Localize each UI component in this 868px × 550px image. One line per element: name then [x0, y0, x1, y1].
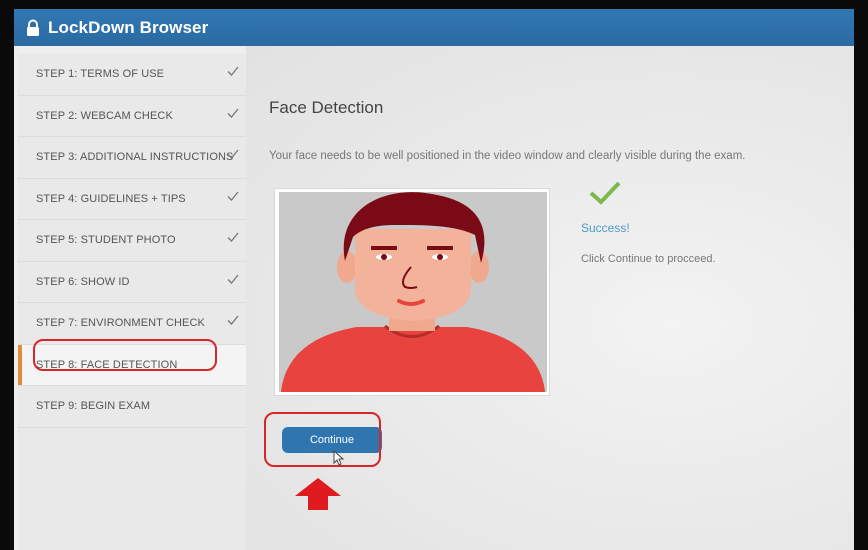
- success-checkmark-icon: [589, 181, 621, 205]
- face-image: [279, 192, 547, 392]
- up-arrow-icon: [295, 478, 341, 510]
- instruction-text: Your face needs to be well positioned in…: [269, 150, 746, 162]
- step-label: STEP 4: GUIDELINES + TIPS: [36, 192, 186, 205]
- success-title: Success!: [581, 221, 630, 235]
- sidebar-item-begin-exam[interactable]: STEP 9: BEGIN EXAM: [18, 386, 246, 428]
- title-bar: LockDown Browser: [14, 9, 854, 46]
- checkmark-icon: [227, 274, 239, 284]
- app-title: LockDown Browser: [48, 17, 209, 37]
- highlight-continue-button: [264, 412, 381, 467]
- sidebar-item-show-id[interactable]: STEP 6: SHOW ID: [18, 262, 246, 303]
- checkmark-icon: [227, 191, 239, 201]
- step-label: STEP 1: TERMS OF USE: [36, 68, 165, 81]
- checkmark-icon: [227, 108, 239, 118]
- checkmark-icon: [227, 315, 239, 325]
- steps-sidebar: STEP 1: TERMS OF USE STEP 2: WEBCAM CHEC…: [18, 54, 246, 550]
- checkmark-icon: [227, 149, 239, 159]
- step-label: STEP 5: STUDENT PHOTO: [36, 234, 176, 247]
- checkmark-icon: [227, 66, 239, 76]
- step-label: STEP 2: WEBCAM CHECK: [36, 109, 173, 122]
- main-content: Face Detection Your face needs to be wel…: [246, 46, 854, 550]
- sidebar-item-webcam-check[interactable]: STEP 2: WEBCAM CHECK: [18, 96, 246, 137]
- page-title: Face Detection: [269, 98, 384, 117]
- lockdown-window: LockDown Browser STEP 1: TERMS OF USE ST…: [14, 9, 854, 550]
- sidebar-item-terms-of-use[interactable]: STEP 1: TERMS OF USE: [18, 54, 246, 96]
- sidebar-item-guidelines-tips[interactable]: STEP 4: GUIDELINES + TIPS: [18, 179, 246, 220]
- webcam-video-window: [274, 188, 550, 396]
- sidebar-item-additional-instructions[interactable]: STEP 3: ADDITIONAL INSTRUCTIONS: [18, 137, 246, 179]
- success-message: Click Continue to procceed.: [581, 253, 716, 265]
- highlight-face-detection-step: [33, 339, 217, 371]
- step-label: STEP 7: ENVIRONMENT CHECK: [36, 317, 205, 330]
- checkmark-icon: [227, 232, 239, 242]
- lock-icon: [27, 19, 39, 36]
- step-label: STEP 6: SHOW ID: [36, 275, 130, 288]
- step-label: STEP 9: BEGIN EXAM: [36, 400, 151, 413]
- sidebar-item-student-photo[interactable]: STEP 5: STUDENT PHOTO: [18, 220, 246, 262]
- step-label: STEP 3: ADDITIONAL INSTRUCTIONS: [36, 151, 234, 164]
